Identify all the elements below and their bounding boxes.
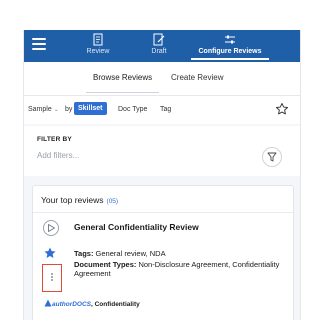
filter-button[interactable]	[262, 147, 282, 167]
top-navigation: Review Draft Configure Reviews	[24, 30, 300, 62]
tab-browse-reviews[interactable]: Browse Reviews	[85, 73, 160, 93]
card-header: Your top reviews (05)	[33, 186, 293, 213]
filter-title: FILTER BY	[37, 136, 72, 143]
tag-option[interactable]: Tag	[160, 106, 171, 113]
nav-review[interactable]: Review	[80, 33, 116, 55]
card-title-text: Your top reviews	[41, 195, 104, 205]
nav-draft[interactable]: Draft	[144, 33, 174, 55]
by-label: by	[65, 106, 73, 113]
funnel-icon	[267, 152, 277, 162]
play-icon	[48, 224, 55, 232]
nav-draft-label: Draft	[151, 48, 167, 55]
more-vertical-icon	[51, 273, 53, 275]
more-options-button[interactable]	[42, 264, 62, 292]
brand-name: authorDOCS	[52, 301, 91, 308]
filter-input[interactable]: Add filters...	[37, 151, 79, 160]
review-source: authorDOCS, Confidentiality	[44, 299, 140, 308]
tags-label: Tags:	[74, 249, 94, 258]
star-filled-icon[interactable]	[43, 246, 57, 260]
skillset-chip[interactable]: Skillset	[74, 102, 107, 115]
authordocs-logo-icon	[44, 299, 52, 307]
nav-configure-reviews-label: Configure Reviews	[198, 48, 262, 55]
doc-types-label: Document Types:	[74, 260, 137, 269]
nav-configure-reviews[interactable]: Configure Reviews	[191, 33, 269, 60]
review-count: (05)	[106, 198, 119, 205]
brand-suffix: , Confidentiality	[91, 301, 140, 308]
review-tags: Tags: General review, NDA	[74, 249, 166, 258]
document-icon	[93, 33, 103, 46]
nav-review-label: Review	[86, 48, 110, 55]
play-button[interactable]	[43, 220, 59, 236]
review-name[interactable]: General Confidentiality Review	[74, 222, 199, 232]
subtabs: Browse Reviews Create Review	[24, 62, 300, 96]
card-title: Your top reviews (05)	[41, 195, 118, 205]
menu-icon[interactable]	[32, 38, 46, 50]
app-frame: Review Draft Configure Reviews Browse Re…	[23, 30, 301, 320]
top-reviews-card: Your top reviews (05) General Confidentia…	[32, 185, 294, 320]
sliders-icon	[225, 35, 235, 44]
sample-label: Sample	[28, 106, 52, 113]
review-doc-types: Document Types: Non-Disclosure Agreement…	[74, 260, 284, 278]
draft-icon	[153, 33, 165, 46]
sample-dropdown[interactable]: Sample ⌄	[28, 106, 59, 113]
star-outline-icon[interactable]	[275, 102, 289, 116]
filter-panel: FILTER BY Add filters...	[24, 126, 300, 176]
tags-value: General review, NDA	[95, 249, 166, 258]
chevron-down-icon: ⌄	[53, 107, 59, 113]
tab-create-review[interactable]: Create Review	[171, 73, 223, 82]
filter-toolbar: Sample ⌄ by Skillset Doc Type Tag	[24, 96, 300, 124]
doc-type-option[interactable]: Doc Type	[118, 106, 147, 113]
